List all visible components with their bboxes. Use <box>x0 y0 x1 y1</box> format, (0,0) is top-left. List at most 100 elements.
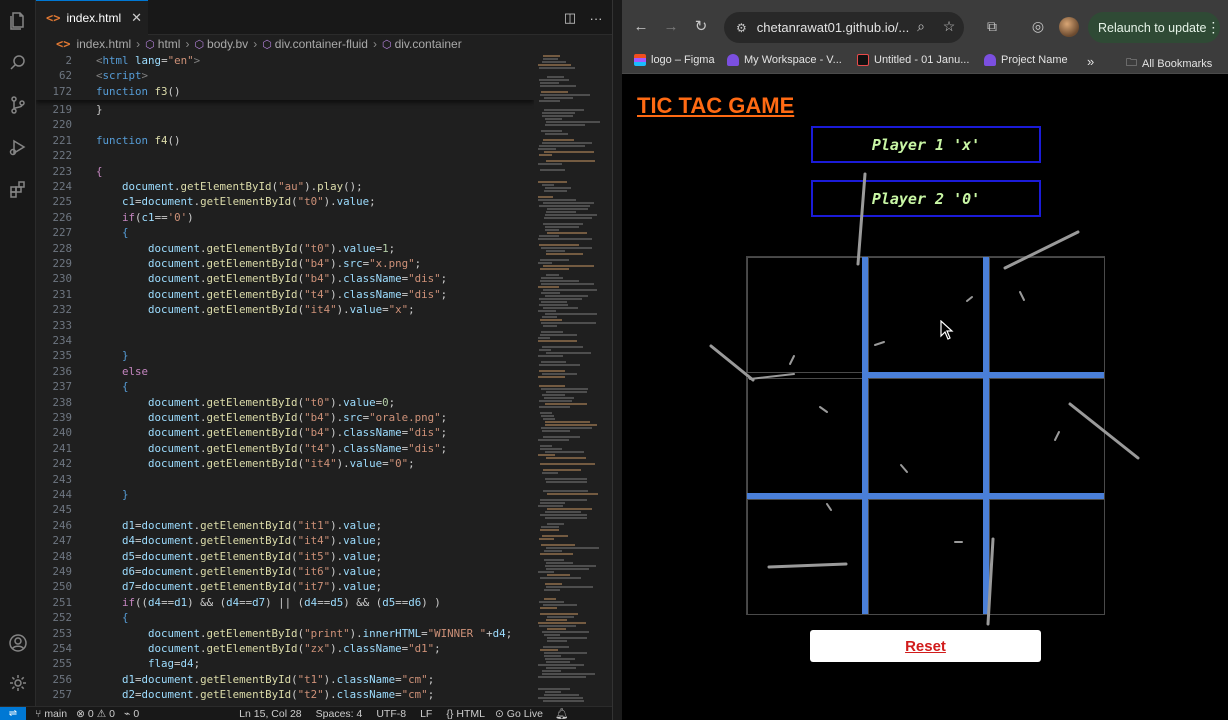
code-line[interactable]: 257 d2=document.getElementById("t2").cla… <box>36 687 534 702</box>
remote-indicator-icon[interactable]: ⇌ <box>0 706 26 720</box>
code-line[interactable]: 249 d6=document.getElementById("it6").va… <box>36 564 534 579</box>
code-line[interactable]: 223 { <box>36 164 534 179</box>
site-info-icon[interactable]: ⚙ <box>736 21 747 35</box>
all-bookmarks[interactable]: 🗀︎ All Bookmarks <box>1126 54 1212 73</box>
code-line[interactable]: 230 document.getElementById("b4").classN… <box>36 271 534 286</box>
code-line[interactable]: 224 document.getElementById("au").play()… <box>36 179 534 194</box>
board-cell[interactable] <box>747 499 863 615</box>
board-cell[interactable] <box>868 378 984 494</box>
board-cell[interactable] <box>868 257 984 373</box>
code-line[interactable]: 241 document.getElementById("t4").classN… <box>36 441 534 456</box>
search-icon[interactable] <box>7 52 29 74</box>
code-line[interactable]: 229 document.getElementById("b4").src="x… <box>36 256 534 271</box>
branch-indicator[interactable]: ⑂ main <box>35 708 67 720</box>
code-line[interactable]: 234 <box>36 333 534 348</box>
explorer-icon[interactable] <box>7 10 29 32</box>
notifications-icon[interactable]: 🔔︎ <box>555 707 568 720</box>
ai-assistant-icon[interactable]: ◎ <box>1028 16 1048 36</box>
code-editor[interactable]: 2 <html lang="en"> 62 <script> 172 function f… <box>36 53 534 706</box>
code-line[interactable]: 226 if(c1=='0') <box>36 210 534 225</box>
search-icon[interactable]: ⌕ <box>911 16 931 36</box>
board-cell[interactable] <box>989 257 1105 373</box>
code-line[interactable]: 250 d7=document.getElementById("it7").va… <box>36 579 534 594</box>
relaunch-to-update-button[interactable]: Relaunch to update ⋮ <box>1088 12 1220 43</box>
bookmark-untitled[interactable]: Untitled - 01 Janu... <box>857 54 969 66</box>
code-line[interactable]: 220 <box>36 117 534 132</box>
code-line[interactable]: 222 <box>36 148 534 163</box>
bookmark-star-icon[interactable]: ☆ <box>939 16 959 36</box>
reset-button[interactable]: Reset <box>810 630 1041 662</box>
code-line[interactable]: 221 function f4() <box>36 133 534 148</box>
code-line[interactable]: 256 d1=document.getElementById("t1").cla… <box>36 672 534 687</box>
sticky-code-line[interactable]: 2 <html lang="en"> <box>36 53 534 68</box>
run-debug-icon[interactable] <box>7 136 29 158</box>
board-cell[interactable] <box>747 257 863 373</box>
manage-gear-icon[interactable] <box>7 672 29 694</box>
code-line[interactable]: 244 } <box>36 487 534 502</box>
code-line[interactable]: 247 d4=document.getElementById("it4").va… <box>36 533 534 548</box>
code-line[interactable]: 245 <box>36 502 534 517</box>
encoding[interactable]: UTF-8 <box>376 708 406 720</box>
code-line[interactable]: 237 { <box>36 379 534 394</box>
account-icon[interactable] <box>7 632 29 654</box>
problems-indicator[interactable]: ⊗ 0 ⚠ 0 <box>76 708 115 720</box>
bookmark-figma[interactable]: logo – Figma <box>634 54 715 66</box>
close-icon[interactable]: ✕ <box>131 10 142 26</box>
more-actions-icon[interactable]: ··· <box>588 10 604 26</box>
line-ending[interactable]: LF <box>420 708 432 720</box>
code-line[interactable]: 253 document.getElementById("print").inn… <box>36 626 534 641</box>
minimap[interactable] <box>534 53 604 706</box>
sticky-code-line[interactable]: 172 function f3() <box>36 84 534 99</box>
breadcrumb-body[interactable]: body.bv <box>207 37 248 51</box>
board-cell[interactable] <box>868 499 984 615</box>
code-line[interactable]: 240 document.getElementById("b4").classN… <box>36 425 534 440</box>
reload-icon[interactable]: ↻ <box>692 17 710 35</box>
code-line[interactable]: 227 { <box>36 225 534 240</box>
back-arrow-icon[interactable]: ← <box>632 17 650 35</box>
indentation[interactable]: Spaces: 4 <box>316 708 363 720</box>
split-editor-icon[interactable]: ◫ <box>562 10 578 26</box>
extensions-puzzle-icon[interactable]: ⧉ <box>982 16 1002 36</box>
code-line[interactable]: 236 else <box>36 364 534 379</box>
code-line[interactable]: 231 document.getElementById("t4").classN… <box>36 287 534 302</box>
code-line[interactable]: 233 <box>36 318 534 333</box>
code-line[interactable]: 235 } <box>36 348 534 363</box>
forward-arrow-icon[interactable]: → <box>662 17 680 35</box>
code-line[interactable]: 254 document.getElementById("zx").classN… <box>36 641 534 656</box>
code-line[interactable]: 248 d5=document.getElementById("it5").va… <box>36 549 534 564</box>
language-mode[interactable]: {} HTML <box>446 708 485 720</box>
more-bookmarks-icon[interactable]: » <box>1087 54 1094 69</box>
cursor-position[interactable]: Ln 15, Col 28 <box>239 708 301 720</box>
go-live-button[interactable]: ⊙ Go Live <box>495 708 543 720</box>
code-line[interactable]: 232 document.getElementById("it4").value… <box>36 302 534 317</box>
breadcrumb-file[interactable]: index.html <box>76 37 131 51</box>
sticky-code-line[interactable]: 62 <script> <box>36 68 534 83</box>
bookmark-project-name[interactable]: Project Name <box>984 54 1068 66</box>
board-cell[interactable] <box>989 499 1105 615</box>
code-line[interactable]: 228 document.getElementById("t0").value=… <box>36 241 534 256</box>
code-line[interactable]: 239 document.getElementById("b4").src="o… <box>36 410 534 425</box>
profile-avatar[interactable] <box>1059 17 1079 37</box>
code-line[interactable]: 251 if((d4==d1) && (d4==d7) || (d4==d5) … <box>36 595 534 610</box>
ports-indicator[interactable]: ⌁ 0 <box>124 708 139 720</box>
sticky-scroll-header[interactable]: 2 <html lang="en"> 62 <script> 172 function f… <box>36 53 534 100</box>
bookmark-workspace[interactable]: My Workspace - V... <box>727 54 842 66</box>
code-text: else <box>122 364 149 378</box>
tab-index-html[interactable]: <> index.html ✕ <box>36 0 148 35</box>
code-line[interactable]: 242 document.getElementById("it4").value… <box>36 456 534 471</box>
code-line[interactable]: 238 document.getElementById("t0").value=… <box>36 395 534 410</box>
board-cell[interactable] <box>747 378 863 494</box>
board-cell[interactable] <box>989 378 1105 494</box>
breadcrumb-html[interactable]: html <box>158 37 181 51</box>
breadcrumb-container-fluid[interactable]: div.container-fluid <box>275 37 368 51</box>
code-line[interactable]: 219} <box>36 102 534 117</box>
code-line[interactable]: 243 <box>36 472 534 487</box>
split-divider[interactable] <box>612 0 622 720</box>
code-line[interactable]: 255 flag=d4; <box>36 656 534 671</box>
breadcrumb-container[interactable]: div.container <box>395 37 462 51</box>
code-line[interactable]: 252 { <box>36 610 534 625</box>
source-control-icon[interactable] <box>7 94 29 116</box>
code-line[interactable]: 225 c1=document.getElementById("t0").val… <box>36 194 534 209</box>
code-line[interactable]: 246 d1=document.getElementById("it1").va… <box>36 518 534 533</box>
extensions-icon[interactable] <box>7 178 29 200</box>
